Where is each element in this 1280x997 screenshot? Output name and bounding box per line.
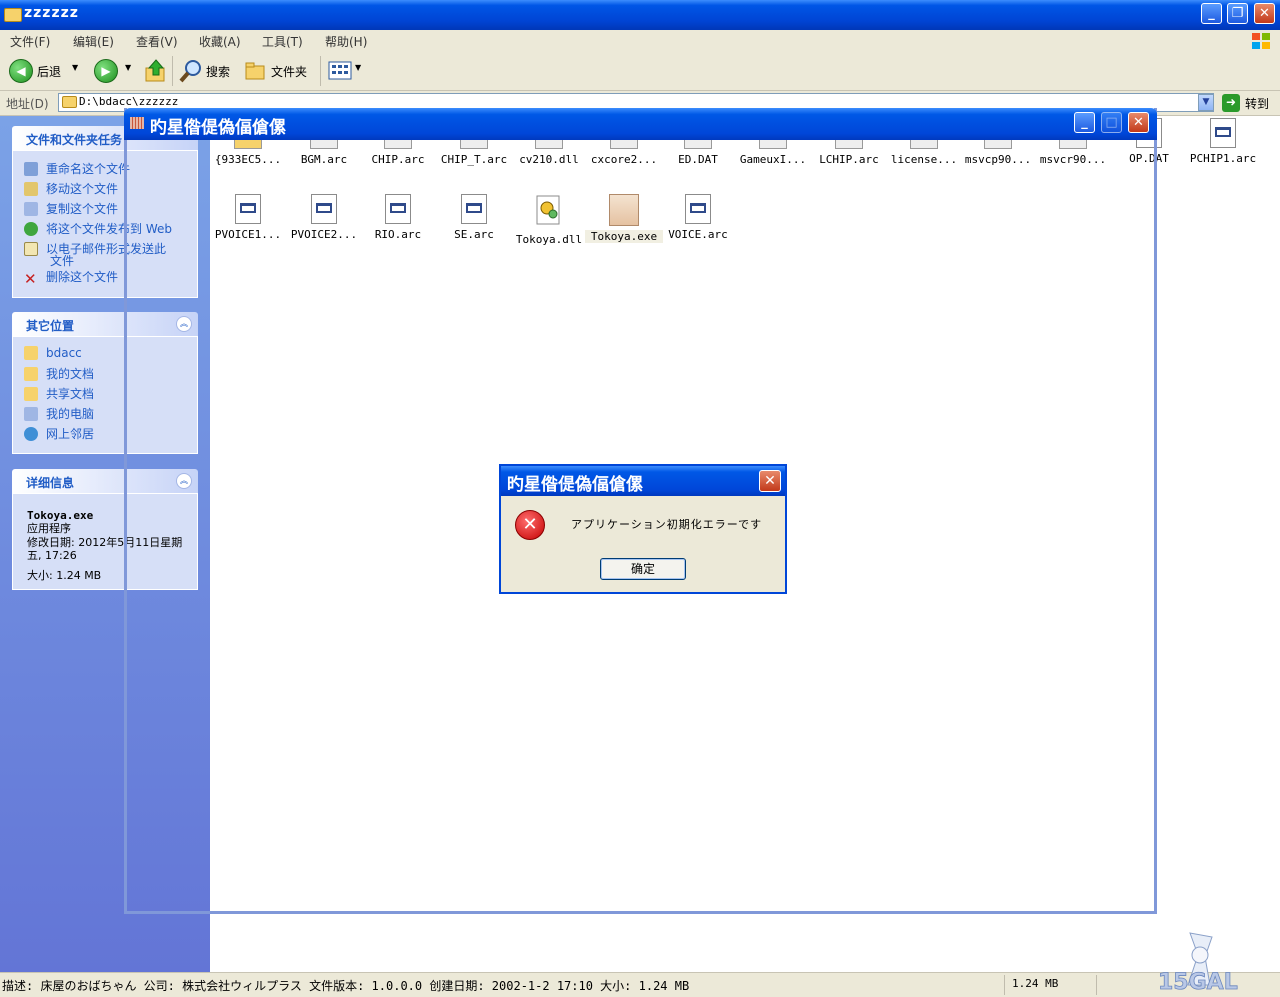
windows-logo-icon [1252, 33, 1270, 49]
task-email-cont[interactable]: 文件 [50, 252, 74, 269]
rename-icon [24, 162, 38, 176]
menu-view[interactable]: 查看(V) [136, 33, 178, 50]
menu-file[interactable]: 文件(F) [10, 33, 50, 50]
task-delete[interactable]: ✕ 删除这个文件 [24, 268, 118, 288]
folders-icon[interactable] [244, 60, 268, 82]
maximize-button[interactable]: ❐ [1227, 3, 1248, 24]
forward-dropdown-icon[interactable]: ▼ [125, 63, 131, 72]
computer-icon [24, 407, 38, 421]
back-arrow-icon[interactable]: ◀ [9, 59, 33, 83]
address-label: 地址(D) [6, 97, 49, 111]
globe-icon [24, 222, 38, 236]
details-title: 详细信息 [26, 476, 75, 490]
task-copy[interactable]: 复制这个文件 [24, 200, 118, 217]
place-my-documents[interactable]: 我的文档 [24, 365, 94, 382]
status-bar: 描述: 床屋のおばちゃん 公司: 株式会社ウィルプラス 文件版本: 1.0.0.… [0, 972, 1280, 997]
task-rename[interactable]: 重命名这个文件 [24, 160, 130, 177]
game-close-button[interactable]: ✕ [1128, 112, 1149, 133]
menu-tools[interactable]: 工具(T) [262, 33, 303, 50]
place-network[interactable]: 网上邻居 [24, 425, 94, 442]
dialog-message: アプリケーション初期化エラーです [571, 518, 763, 531]
details-size: 大小: 1.24 MB [27, 569, 102, 582]
window-title: zzzzzz [24, 5, 79, 21]
window-titlebar[interactable]: zzzzzz _ ❐ ✕ [0, 0, 1280, 30]
game-window-title: 旳星偺偍偽偪傖傫 [150, 118, 286, 138]
dialog-title: 旳星偺偍偽偪傖傫 [507, 475, 643, 495]
email-icon [24, 242, 38, 256]
address-value: D:\bdacc\zzzzzz [79, 95, 179, 108]
svg-text:15GAL: 15GAL [1158, 970, 1238, 995]
go-arrow-icon[interactable]: ➜ [1222, 94, 1240, 112]
my-documents-icon [24, 367, 38, 381]
copy-icon [24, 202, 38, 216]
back-button[interactable]: 后退 [37, 63, 61, 80]
views-icon[interactable] [328, 60, 354, 82]
status-size: 1.24 MB [1012, 977, 1059, 990]
dialog-titlebar[interactable]: 旳星偺偍偽偪傖傫 ✕ [501, 466, 785, 496]
place-shared-documents[interactable]: 共享文档 [24, 385, 94, 402]
error-icon: ✕ [515, 510, 545, 540]
task-move[interactable]: 移动这个文件 [24, 180, 118, 197]
other-places-title: 其它位置 [26, 319, 75, 333]
close-button[interactable]: ✕ [1254, 3, 1275, 24]
address-dropdown-icon[interactable]: ▼ [1198, 94, 1214, 111]
file-item[interactable]: PCHIP1.arc [1184, 118, 1262, 165]
game-app-icon [130, 117, 144, 129]
menu-edit[interactable]: 编辑(E) [73, 33, 114, 50]
folder-icon [62, 96, 77, 108]
views-dropdown-icon[interactable]: ▼ [355, 63, 361, 72]
error-dialog: 旳星偺偍偽偪傖傫 ✕ ✕ アプリケーション初期化エラーです 确定 [499, 464, 787, 594]
folders-button[interactable]: 文件夹 [271, 63, 307, 80]
forward-arrow-icon[interactable]: ▶ [94, 59, 118, 83]
folder-icon [24, 346, 38, 360]
shared-folder-icon [24, 387, 38, 401]
minimize-button[interactable]: _ [1201, 3, 1222, 24]
folder-icon [4, 8, 22, 22]
up-folder-icon[interactable] [144, 58, 168, 84]
delete-icon: ✕ [24, 270, 37, 288]
game-maximize-button: □ [1101, 112, 1122, 133]
game-window-titlebar[interactable]: 旳星偺偍偽偪傖傫 _ □ ✕ [124, 108, 1157, 140]
details-type: 应用程序 [27, 522, 71, 535]
go-button[interactable]: 转到 [1245, 95, 1269, 112]
dialog-close-button[interactable]: ✕ [759, 470, 781, 492]
move-icon [24, 182, 38, 196]
ok-button[interactable]: 确定 [600, 558, 686, 580]
watermark-logo: 15GAL [1158, 932, 1238, 995]
place-bdacc[interactable]: bdacc [24, 346, 82, 360]
file-tasks-title: 文件和文件夹任务 [26, 133, 123, 147]
menu-help[interactable]: 帮助(H) [325, 33, 367, 50]
menu-favorites[interactable]: 收藏(A) [199, 33, 241, 50]
menu-bar: 文件(F) 编辑(E) 查看(V) 收藏(A) 工具(T) 帮助(H) [0, 30, 1280, 53]
toolbar: ◀ 后退 ▼ ▶ ▼ 搜索 文件夹 ▼ [0, 52, 1280, 91]
search-button[interactable]: 搜索 [206, 63, 230, 80]
back-dropdown-icon[interactable]: ▼ [72, 63, 78, 72]
status-description: 描述: 床屋のおばちゃん 公司: 株式会社ウィルプラス 文件版本: 1.0.0.… [2, 979, 690, 993]
game-minimize-button[interactable]: _ [1074, 112, 1095, 133]
network-icon [24, 427, 38, 441]
place-my-computer[interactable]: 我的电脑 [24, 405, 94, 422]
search-icon[interactable] [178, 58, 204, 84]
